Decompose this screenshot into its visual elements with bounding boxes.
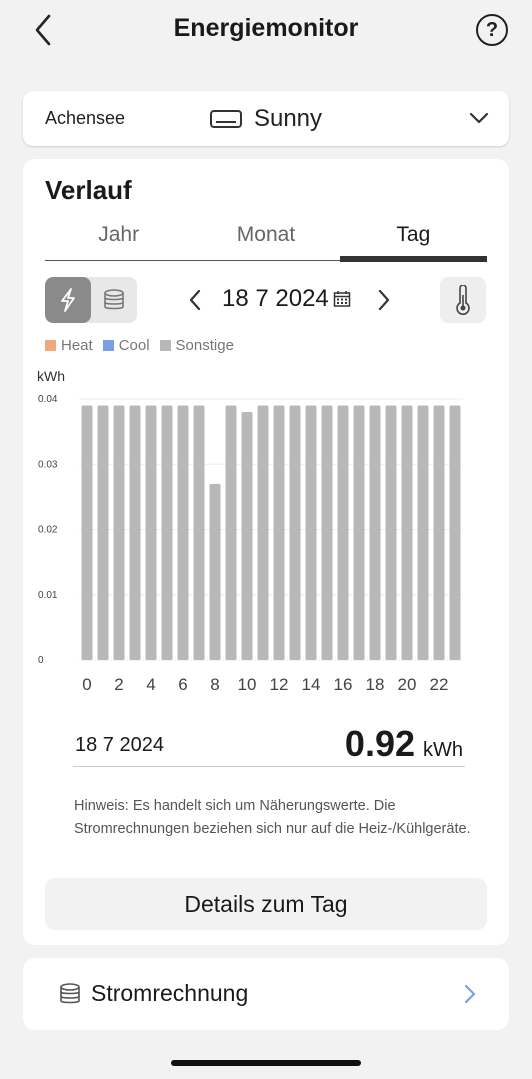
bar-other: [417, 405, 429, 660]
next-day-button[interactable]: [374, 287, 394, 313]
legend-swatch-other: [159, 340, 171, 351]
energy-bar-chart: kWh 0.04 0.03 0.02 0.01 0 0 2 4 6 8 10 12 14 16 18 20 22: [37, 368, 463, 694]
coins-icon: [104, 289, 124, 310]
bar-other: [209, 483, 221, 660]
coins-icon: [60, 983, 80, 1004]
y-axis-unit: kWh: [37, 368, 65, 384]
power-mode-button[interactable]: [45, 277, 91, 323]
temperature-button[interactable]: [440, 277, 486, 323]
bar-other: [433, 405, 445, 660]
summary-date: 18 7 2024: [75, 734, 164, 756]
bar-other: [337, 405, 349, 660]
section-title: Verlauf: [45, 175, 132, 205]
summary-total: 0.92: [344, 723, 415, 764]
bar-other: [161, 405, 173, 660]
tab-day[interactable]: Tag: [339, 219, 488, 262]
bar-other: [305, 405, 317, 660]
bar-other: [353, 405, 365, 660]
chart-legend: Heat Cool Sonstige: [45, 337, 234, 354]
y-tick-label: 0.02: [38, 525, 58, 536]
tab-month[interactable]: Monat: [192, 219, 339, 260]
legend-swatch-cool: [102, 340, 114, 351]
bar-other: [257, 405, 269, 660]
legend-label-heat: Heat: [61, 337, 93, 354]
summary-unit: kWh: [423, 739, 463, 761]
bar-other: [81, 405, 93, 660]
bar-other: [129, 405, 141, 660]
y-tick-label: 0.04: [38, 394, 58, 405]
bar-other: [369, 405, 381, 660]
thermometer-icon: [456, 285, 470, 315]
x-tick-label: 12: [270, 675, 289, 694]
question-mark-icon: ?: [485, 18, 499, 41]
legend-label-other: Sonstige: [175, 337, 234, 354]
period-tabs: Jahr Monat Tag: [45, 219, 488, 262]
day-details-button[interactable]: Details zum Tag: [45, 878, 487, 930]
bar-other: [113, 405, 125, 660]
legend-item-cool: Cool: [102, 337, 150, 354]
date-picker[interactable]: 18 7 2024: [222, 285, 351, 313]
calendar-icon: [333, 291, 351, 307]
y-tick-label: 0: [38, 655, 44, 666]
hint-text: Hinweis: Es handelt sich um Näherungswer…: [74, 798, 471, 837]
bar-other: [193, 405, 205, 660]
lightning-icon: [61, 288, 75, 312]
header: Energiemonitor ?: [0, 0, 532, 60]
page-title: Energiemonitor: [173, 14, 359, 42]
bar-other: [241, 412, 253, 660]
tab-year[interactable]: Jahr: [45, 219, 192, 260]
day-summary: 18 7 2024 0.92 kWh: [73, 721, 465, 767]
x-tick-label: 8: [210, 675, 219, 694]
y-tick-label: 0.03: [38, 459, 58, 470]
location-label: Achensee: [45, 108, 126, 128]
home-indicator: [171, 1060, 361, 1066]
date-text: 18 7 2024: [222, 285, 329, 312]
bar-other: [289, 405, 301, 660]
x-tick-label: 20: [398, 675, 417, 694]
history-card: Verlauf Jahr Monat Tag 18 7 2024 Heat Co…: [23, 159, 509, 945]
air-conditioner-icon: [209, 109, 242, 128]
bar-other: [385, 405, 397, 660]
previous-day-button[interactable]: [185, 287, 205, 313]
chevron-down-icon: [469, 112, 489, 124]
bar-other: [449, 405, 461, 660]
bar-other: [97, 405, 109, 660]
legend-label-cool: Cool: [118, 337, 150, 354]
x-tick-label: 10: [238, 675, 257, 694]
x-tick-label: 4: [146, 675, 155, 694]
bar-other: [145, 405, 157, 660]
bar-other: [225, 405, 237, 660]
y-tick-label: 0.01: [38, 590, 58, 601]
x-tick-label: 18: [366, 675, 385, 694]
x-tick-label: 2: [114, 675, 123, 694]
x-tick-label: 0: [82, 675, 91, 694]
device-selector[interactable]: Achensee Sunny: [23, 91, 509, 146]
device-name: Sunny: [253, 104, 323, 132]
legend-item-other: Sonstige: [159, 337, 234, 354]
bar-other: [177, 405, 189, 660]
cost-mode-button[interactable]: [91, 277, 137, 323]
bar-other: [401, 405, 413, 660]
bill-label: Stromrechnung: [91, 980, 249, 1006]
help-button[interactable]: ?: [476, 14, 508, 46]
bar-other: [321, 405, 333, 660]
x-tick-label: 22: [430, 675, 449, 694]
electricity-bill-link[interactable]: Stromrechnung: [23, 958, 509, 1030]
legend-item-heat: Heat: [45, 337, 93, 354]
mode-toggle: [45, 277, 137, 323]
legend-swatch-heat: [45, 340, 56, 351]
chevron-right-icon: [464, 984, 476, 1004]
bar-other: [273, 405, 285, 660]
x-tick-label: 6: [178, 675, 187, 694]
x-tick-label: 16: [334, 675, 353, 694]
x-tick-label: 14: [302, 675, 321, 694]
